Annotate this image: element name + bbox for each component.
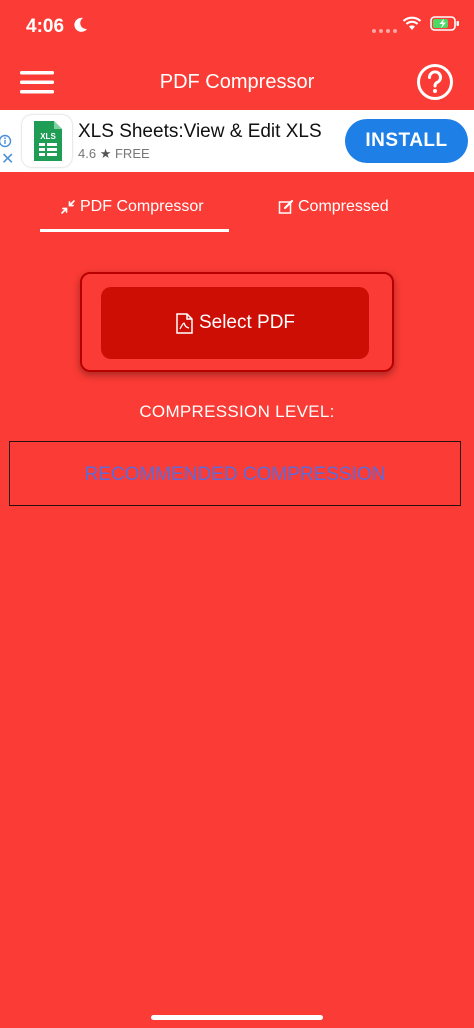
compression-level-label: COMPRESSION LEVEL:: [139, 402, 335, 421]
compress-icon: [61, 200, 75, 214]
home-indicator[interactable]: [151, 1015, 323, 1020]
ad-icon-text: XLS: [40, 132, 56, 141]
battery-icon: [430, 16, 459, 31]
tab-label: PDF Compressor: [80, 198, 204, 215]
ad-rating: 4.6: [78, 146, 97, 161]
status-bar: 4:06: [0, 0, 474, 56]
compression-level-value: RECOMMENDED COMPRESSION: [84, 464, 386, 485]
ad-price: FREE: [114, 146, 150, 161]
edit-icon: [278, 199, 294, 214]
ad-info-icon[interactable]: [0, 134, 14, 148]
moon-icon: [74, 17, 87, 32]
tab-bar: PDF Compressor Compressed: [0, 190, 474, 234]
tab-compressed[interactable]: Compressed: [278, 198, 389, 216]
wifi-icon: [402, 16, 422, 30]
signal-dots-icon: [372, 29, 397, 33]
ad-app-icon[interactable]: XLS: [22, 115, 72, 167]
app-title: PDF Compressor: [159, 71, 315, 93]
ad-banner[interactable]: ✕ XLS XLS Sheets:View & Edit XLS 4.6 ★ F…: [0, 110, 474, 172]
tab-label: Compressed: [298, 198, 389, 215]
install-button[interactable]: INSTALL: [345, 119, 468, 163]
pdf-file-icon: [176, 312, 193, 334]
select-pdf-label: Select PDF: [198, 312, 296, 333]
active-tab-indicator: [40, 229, 229, 232]
select-pdf-button[interactable]: Select PDF: [101, 287, 369, 359]
tab-pdf-compressor[interactable]: PDF Compressor: [60, 198, 204, 216]
status-time: 4:06: [26, 16, 65, 37]
star-icon: ★: [99, 146, 112, 161]
app-bar: PDF Compressor: [0, 56, 474, 110]
ad-title[interactable]: XLS Sheets:View & Edit XLS: [78, 121, 322, 143]
compression-level-selector[interactable]: RECOMMENDED COMPRESSION: [9, 441, 461, 506]
help-icon[interactable]: [416, 63, 454, 101]
ad-close-icon[interactable]: ✕: [1, 152, 14, 168]
ad-rating-row: 4.6 ★ FREE: [78, 146, 150, 162]
